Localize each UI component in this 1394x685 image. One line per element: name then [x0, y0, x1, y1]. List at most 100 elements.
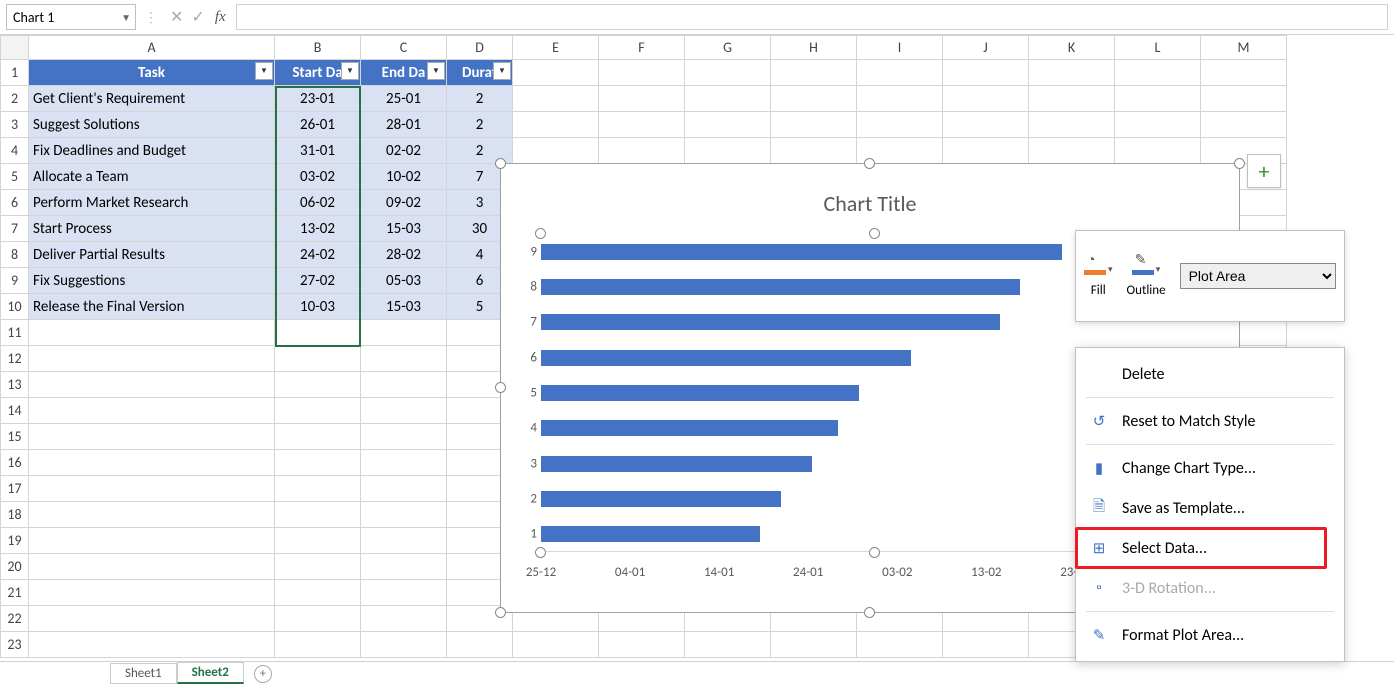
- cell[interactable]: [29, 476, 275, 502]
- menu-item[interactable]: ⊞Select Data...: [1076, 528, 1344, 568]
- cell[interactable]: [1029, 86, 1115, 112]
- cell[interactable]: [29, 346, 275, 372]
- column-header[interactable]: A: [29, 36, 275, 60]
- select-all-cell[interactable]: [1, 36, 29, 60]
- cell[interactable]: [275, 606, 361, 632]
- row-header[interactable]: 22: [1, 606, 29, 632]
- table-cell[interactable]: 31-01: [275, 138, 361, 164]
- row-header[interactable]: 13: [1, 372, 29, 398]
- cell[interactable]: [513, 632, 599, 658]
- row-header[interactable]: 10: [1, 294, 29, 320]
- cell[interactable]: [513, 138, 599, 164]
- cell[interactable]: [275, 346, 361, 372]
- cell[interactable]: [1201, 112, 1287, 138]
- cell[interactable]: [1115, 112, 1201, 138]
- cell[interactable]: [599, 112, 685, 138]
- cell[interactable]: [275, 476, 361, 502]
- column-header[interactable]: G: [685, 36, 771, 60]
- row-header[interactable]: 8: [1, 242, 29, 268]
- table-cell[interactable]: 24-02: [275, 242, 361, 268]
- cell[interactable]: [685, 112, 771, 138]
- cell[interactable]: [275, 320, 361, 346]
- plot-resize-handle[interactable]: [869, 228, 880, 239]
- plot-resize-handle[interactable]: [535, 547, 546, 558]
- table-cell[interactable]: 23-01: [275, 86, 361, 112]
- column-header[interactable]: K: [1029, 36, 1115, 60]
- table-cell[interactable]: Allocate a Team: [29, 164, 275, 190]
- cell[interactable]: [29, 450, 275, 476]
- cell[interactable]: [361, 476, 447, 502]
- cell[interactable]: [361, 424, 447, 450]
- row-header[interactable]: 5: [1, 164, 29, 190]
- cell[interactable]: [275, 502, 361, 528]
- cell[interactable]: [513, 60, 599, 86]
- table-cell[interactable]: 15-03: [361, 216, 447, 242]
- table-cell[interactable]: 2: [447, 112, 513, 138]
- resize-handle[interactable]: [864, 607, 875, 618]
- row-header[interactable]: 1: [1, 60, 29, 86]
- cell[interactable]: [857, 632, 943, 658]
- cell[interactable]: [1029, 138, 1115, 164]
- table-cell[interactable]: Fix Suggestions: [29, 268, 275, 294]
- add-chart-element-button[interactable]: +: [1247, 154, 1281, 188]
- cell[interactable]: [943, 112, 1029, 138]
- table-cell[interactable]: 28-02: [361, 242, 447, 268]
- table-cell[interactable]: Start Process: [29, 216, 275, 242]
- table-header-cell[interactable]: Task▼: [29, 60, 275, 86]
- row-header[interactable]: 4: [1, 138, 29, 164]
- cell[interactable]: [1115, 86, 1201, 112]
- filter-button[interactable]: ▼: [255, 62, 273, 80]
- cell[interactable]: [29, 554, 275, 580]
- menu-item[interactable]: 🗎Save as Template...: [1076, 488, 1344, 528]
- table-cell[interactable]: Release the Final Version: [29, 294, 275, 320]
- cell[interactable]: [447, 632, 513, 658]
- cell[interactable]: [513, 86, 599, 112]
- table-cell[interactable]: 13-02: [275, 216, 361, 242]
- row-header[interactable]: 11: [1, 320, 29, 346]
- cell[interactable]: [361, 372, 447, 398]
- row-header[interactable]: 15: [1, 424, 29, 450]
- cell[interactable]: [1029, 112, 1115, 138]
- table-cell[interactable]: 15-03: [361, 294, 447, 320]
- resize-handle[interactable]: [495, 382, 506, 393]
- cell[interactable]: [29, 424, 275, 450]
- menu-item[interactable]: ▮Change Chart Type...: [1076, 448, 1344, 488]
- table-cell[interactable]: 10-02: [361, 164, 447, 190]
- table-cell[interactable]: Suggest Solutions: [29, 112, 275, 138]
- chevron-down-icon[interactable]: ▾: [1156, 264, 1161, 275]
- cell[interactable]: [361, 346, 447, 372]
- table-cell[interactable]: 26-01: [275, 112, 361, 138]
- cell[interactable]: [857, 60, 943, 86]
- table-cell[interactable]: 03-02: [275, 164, 361, 190]
- chart-element-selector[interactable]: Plot Area: [1180, 263, 1336, 289]
- cell[interactable]: [1115, 138, 1201, 164]
- table-cell[interactable]: 25-01: [361, 86, 447, 112]
- cell[interactable]: [771, 632, 857, 658]
- column-header[interactable]: J: [943, 36, 1029, 60]
- cell[interactable]: [361, 450, 447, 476]
- cell[interactable]: [361, 580, 447, 606]
- bar[interactable]: [541, 314, 1000, 330]
- row-header[interactable]: 19: [1, 528, 29, 554]
- cell[interactable]: [361, 632, 447, 658]
- resize-handle[interactable]: [495, 158, 506, 169]
- cell[interactable]: [361, 320, 447, 346]
- cell[interactable]: [685, 632, 771, 658]
- menu-item[interactable]: Delete: [1076, 354, 1344, 394]
- bar[interactable]: [541, 385, 859, 401]
- cell[interactable]: [1201, 86, 1287, 112]
- plot-resize-handle[interactable]: [535, 228, 546, 239]
- table-cell[interactable]: 2: [447, 86, 513, 112]
- cell[interactable]: [275, 528, 361, 554]
- resize-handle[interactable]: [864, 158, 875, 169]
- row-header[interactable]: 23: [1, 632, 29, 658]
- cell[interactable]: [361, 528, 447, 554]
- column-header[interactable]: L: [1115, 36, 1201, 60]
- row-header[interactable]: 6: [1, 190, 29, 216]
- table-cell[interactable]: Fix Deadlines and Budget: [29, 138, 275, 164]
- table-cell[interactable]: 28-01: [361, 112, 447, 138]
- row-header[interactable]: 17: [1, 476, 29, 502]
- cell[interactable]: [1029, 60, 1115, 86]
- table-header-cell[interactable]: Durat▼: [447, 60, 513, 86]
- table-cell[interactable]: 06-02: [275, 190, 361, 216]
